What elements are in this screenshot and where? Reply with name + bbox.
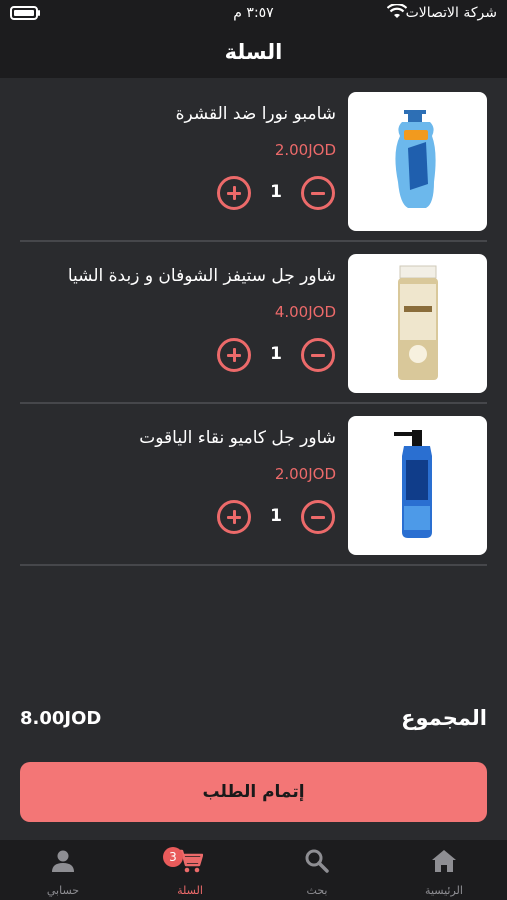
quantity-stepper: 1 bbox=[217, 338, 335, 372]
decrease-quantity-button[interactable] bbox=[301, 176, 335, 210]
home-icon bbox=[432, 850, 456, 872]
bottom-nav: حسابي 3 السلة بحث الرئيسية bbox=[0, 840, 507, 900]
status-bar: ٣:٥٧ م شركة الاتصالات bbox=[0, 0, 507, 28]
product-name[interactable]: شاور جل كاميو نقاء الياقوت bbox=[16, 428, 336, 448]
quantity-value: 1 bbox=[270, 344, 282, 364]
increase-quantity-button[interactable] bbox=[217, 500, 251, 534]
cart-item: شاور جل ستيفز الشوفان و زبدة الشيا 4.00J… bbox=[20, 242, 487, 404]
tab-cart-label: السلة bbox=[177, 884, 203, 897]
product-price: 4.00JOD bbox=[274, 303, 336, 321]
product-image[interactable] bbox=[348, 92, 487, 231]
tab-search[interactable]: بحث bbox=[254, 840, 380, 900]
carrier-name: شركة الاتصالات bbox=[405, 5, 497, 21]
quantity-stepper: 1 bbox=[217, 500, 335, 534]
page-title: السلة bbox=[0, 28, 507, 78]
tab-account-label: حسابي bbox=[46, 884, 80, 897]
tab-home[interactable]: الرئيسية bbox=[381, 840, 507, 900]
total-label: المجموع bbox=[401, 706, 487, 730]
increase-quantity-button[interactable] bbox=[217, 338, 251, 372]
cart-count-badge: 3 bbox=[163, 847, 183, 867]
cart-item: شاور جل كاميو نقاء الياقوت 2.00JOD 1 bbox=[20, 404, 487, 566]
shower-gel-bottle-icon bbox=[398, 265, 438, 380]
tab-account[interactable]: حسابي bbox=[0, 840, 126, 900]
cart-item: شامبو نورا ضد القشرة 2.00JOD 1 bbox=[20, 80, 487, 242]
product-image[interactable] bbox=[348, 416, 487, 555]
total-value: 8.00JOD bbox=[20, 708, 102, 729]
quantity-stepper: 1 bbox=[217, 176, 335, 210]
product-image[interactable] bbox=[348, 254, 487, 393]
increase-quantity-button[interactable] bbox=[217, 176, 251, 210]
product-name[interactable]: شامبو نورا ضد القشرة bbox=[16, 104, 336, 124]
search-icon bbox=[305, 849, 329, 873]
person-icon bbox=[52, 850, 74, 872]
shampoo-bottle-icon bbox=[395, 110, 436, 208]
quantity-value: 1 bbox=[270, 182, 282, 202]
shower-gel-pump-bottle-icon bbox=[394, 430, 432, 538]
product-price: 2.00JOD bbox=[274, 141, 336, 159]
decrease-quantity-button[interactable] bbox=[301, 500, 335, 534]
tab-home-label: الرئيسية bbox=[425, 884, 463, 897]
divider bbox=[20, 564, 487, 566]
wifi-icon bbox=[387, 4, 407, 18]
quantity-value: 1 bbox=[270, 506, 282, 526]
tab-cart[interactable]: 3 السلة bbox=[127, 840, 253, 900]
product-price: 2.00JOD bbox=[274, 465, 336, 483]
product-name[interactable]: شاور جل ستيفز الشوفان و زبدة الشيا bbox=[16, 266, 336, 286]
decrease-quantity-button[interactable] bbox=[301, 338, 335, 372]
checkout-button[interactable]: إتمام الطلب bbox=[20, 762, 487, 822]
tab-search-label: بحث bbox=[306, 884, 328, 897]
